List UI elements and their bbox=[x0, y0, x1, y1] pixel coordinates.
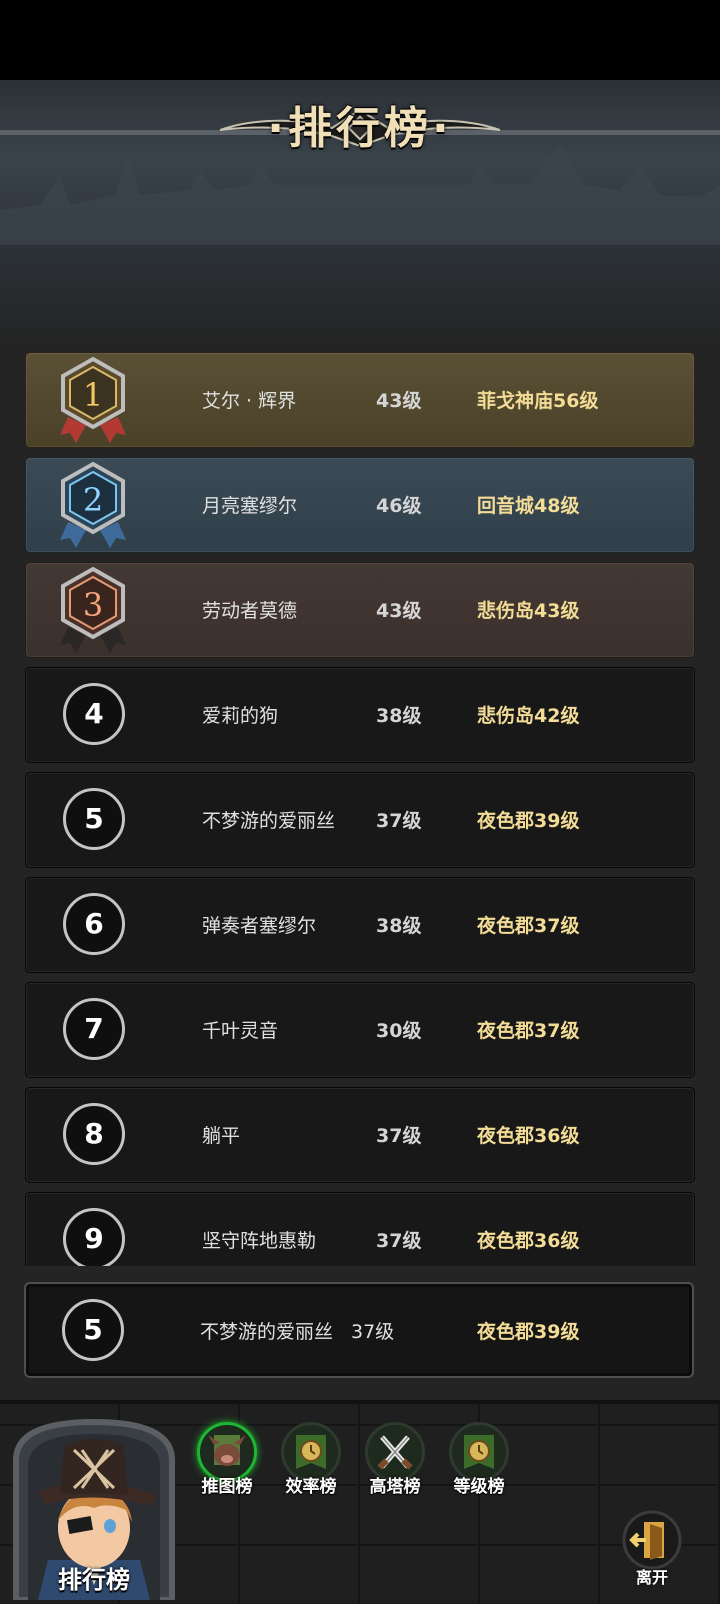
tab-push-ranking[interactable]: 推图榜 bbox=[187, 1422, 267, 1502]
leaderboard-row: 4 爱莉的狗 38级 悲伤岛42级 bbox=[25, 667, 695, 763]
player-stage: 夜色郡37级 bbox=[477, 1020, 580, 1042]
player-name: 不梦游的爱丽丝 bbox=[202, 810, 336, 832]
tab-tower-ranking[interactable]: 高塔榜 bbox=[355, 1422, 435, 1502]
page-title: ·排行榜· bbox=[267, 103, 453, 154]
player-name: 坚守阵地惠勒 bbox=[202, 1230, 317, 1252]
tab-label: 等级榜 bbox=[453, 1477, 505, 1497]
rank-number: 5 bbox=[63, 788, 125, 850]
my-rank-number: 5 bbox=[62, 1299, 124, 1361]
my-rank-row: 5 不梦游的爱丽丝 37级 夜色郡39级 bbox=[24, 1282, 694, 1378]
gold-medal-icon: 1 bbox=[60, 356, 126, 443]
player-level: 37级 bbox=[376, 1230, 422, 1252]
leaderboard-row: 6 弹奏者塞缪尔 38级 夜色郡37级 bbox=[25, 877, 695, 973]
portrait-label: 排行榜 bbox=[58, 1566, 130, 1594]
player-level: 30级 bbox=[376, 1020, 422, 1042]
rank-number: 8 bbox=[63, 1103, 125, 1165]
rank-number: 2 bbox=[83, 481, 103, 519]
my-player-stage: 夜色郡39级 bbox=[477, 1321, 580, 1343]
bronze-medal-icon: 3 bbox=[60, 566, 126, 653]
rank-number: 6 bbox=[63, 893, 125, 955]
player-name: 千叶灵音 bbox=[202, 1020, 279, 1042]
player-name: 弹奏者塞缪尔 bbox=[202, 915, 317, 937]
rank-number: 7 bbox=[63, 998, 125, 1060]
player-stage: 菲戈神庙56级 bbox=[477, 390, 599, 412]
my-player-level: 37级 bbox=[351, 1321, 395, 1343]
my-player-name: 不梦游的爱丽丝 bbox=[200, 1321, 334, 1343]
player-level: 46级 bbox=[376, 495, 422, 517]
player-stage: 夜色郡36级 bbox=[477, 1230, 580, 1252]
rank-number: 4 bbox=[63, 683, 125, 745]
status-bar bbox=[0, 0, 720, 80]
silver-medal-icon: 2 bbox=[60, 461, 126, 548]
tab-label: 效率榜 bbox=[285, 1477, 337, 1497]
tab-label: 高塔榜 bbox=[369, 1477, 421, 1497]
player-level: 37级 bbox=[376, 810, 422, 832]
player-name: 艾尔 · 辉界 bbox=[202, 390, 297, 412]
leaderboard-list[interactable]: 1 艾尔 · 辉界 43级 菲戈神庙56级 2 月亮塞缪尔 46级 回音城48级… bbox=[25, 352, 695, 1266]
player-name: 月亮塞缪尔 bbox=[202, 495, 298, 517]
leaderboard-row: 5 不梦游的爱丽丝 37级 夜色郡39级 bbox=[25, 772, 695, 868]
leave-label: 离开 bbox=[635, 1568, 668, 1587]
player-stage: 夜色郡39级 bbox=[477, 810, 580, 832]
leave-button[interactable]: 离开 bbox=[616, 1510, 688, 1590]
player-level: 37级 bbox=[376, 1125, 422, 1147]
leaderboard-row: 1 艾尔 · 辉界 43级 菲戈神庙56级 bbox=[25, 352, 695, 448]
tab-label: 推图榜 bbox=[201, 1477, 253, 1497]
player-stage: 夜色郡37级 bbox=[477, 915, 580, 937]
player-stage: 夜色郡36级 bbox=[477, 1125, 580, 1147]
leaderboard-row: 8 躺平 37级 夜色郡36级 bbox=[25, 1087, 695, 1183]
tab-efficiency-ranking[interactable]: 效率榜 bbox=[271, 1422, 351, 1502]
player-stage: 悲伤岛43级 bbox=[477, 600, 580, 622]
rank-number: 3 bbox=[83, 586, 103, 624]
player-level: 43级 bbox=[376, 390, 422, 412]
exit-door-icon bbox=[622, 1510, 682, 1570]
rank-number: 1 bbox=[83, 376, 103, 414]
player-stage: 悲伤岛42级 bbox=[477, 705, 580, 727]
player-level: 43级 bbox=[376, 600, 422, 622]
rank-number: 9 bbox=[63, 1208, 125, 1266]
player-name: 躺平 bbox=[202, 1125, 241, 1147]
leaderboard-row: 2 月亮塞缪尔 46级 回音城48级 bbox=[25, 457, 695, 553]
player-name: 爱莉的狗 bbox=[202, 705, 279, 727]
player-name: 劳动者莫德 bbox=[202, 600, 298, 622]
player-level: 38级 bbox=[376, 915, 422, 937]
leaderboard-row: 9 坚守阵地惠勒 37级 夜色郡36级 bbox=[25, 1192, 695, 1266]
leaderboard-row: 7 千叶灵音 30级 夜色郡37级 bbox=[25, 982, 695, 1078]
leaderboard-row: 3 劳动者莫德 43级 悲伤岛43级 bbox=[25, 562, 695, 658]
player-level: 38级 bbox=[376, 705, 422, 727]
tab-level-ranking[interactable]: 等级榜 bbox=[439, 1422, 519, 1502]
player-stage: 回音城48级 bbox=[477, 495, 580, 517]
